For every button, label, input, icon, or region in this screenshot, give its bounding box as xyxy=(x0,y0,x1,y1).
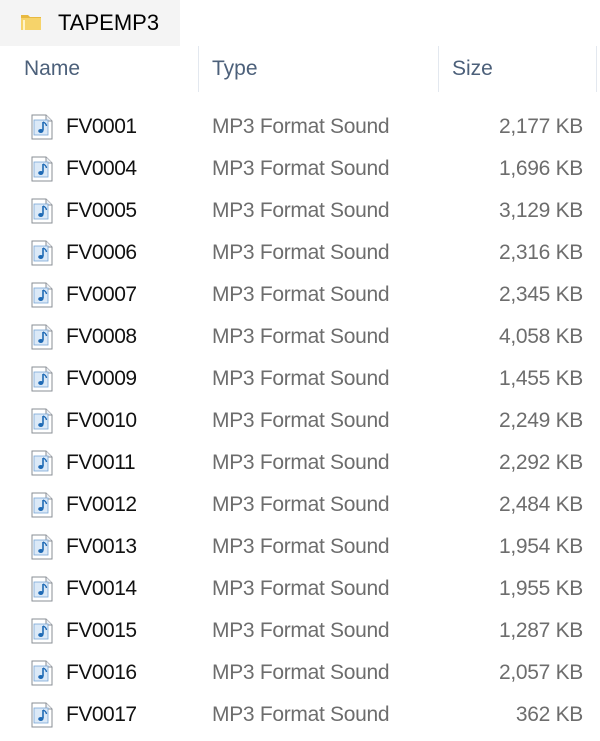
file-name[interactable]: FV0015 xyxy=(66,610,137,652)
file-type: MP3 Format Sound xyxy=(212,451,390,474)
mp3-file-icon xyxy=(31,660,53,686)
file-name[interactable]: FV0007 xyxy=(66,274,137,316)
file-type: MP3 Format Sound xyxy=(212,703,390,726)
mp3-file-icon xyxy=(31,324,53,350)
file-name[interactable]: FV0016 xyxy=(66,652,137,694)
column-header-name[interactable]: Name xyxy=(24,46,80,92)
mp3-file-icon xyxy=(31,702,53,728)
file-row[interactable]: FV0011 MP3 Format Sound 2,292 KB xyxy=(0,442,600,484)
mp3-file-icon xyxy=(31,450,53,476)
file-name[interactable]: FV0013 xyxy=(66,526,137,568)
file-size: 1,287 KB xyxy=(499,619,583,642)
mp3-file-icon xyxy=(31,534,53,560)
mp3-file-icon xyxy=(31,618,53,644)
column-divider[interactable] xyxy=(438,46,439,92)
file-type: MP3 Format Sound xyxy=(212,577,390,600)
file-row[interactable]: FV0014 MP3 Format Sound 1,955 KB xyxy=(0,568,600,610)
file-type: MP3 Format Sound xyxy=(212,325,390,348)
column-header-type[interactable]: Type xyxy=(212,46,258,92)
mp3-file-icon xyxy=(31,198,53,224)
file-size: 1,455 KB xyxy=(499,367,583,390)
file-size: 3,129 KB xyxy=(499,199,583,222)
file-row[interactable]: FV0016 MP3 Format Sound 2,057 KB xyxy=(0,652,600,694)
folder-title: TAPEMP3 xyxy=(58,10,160,35)
file-row[interactable]: FV0017 MP3 Format Sound 362 KB xyxy=(0,694,600,736)
file-name[interactable]: FV0014 xyxy=(66,568,137,610)
file-type: MP3 Format Sound xyxy=(212,199,390,222)
file-name[interactable]: FV0005 xyxy=(66,190,137,232)
file-size: 1,954 KB xyxy=(499,535,583,558)
file-row[interactable]: FV0005 MP3 Format Sound 3,129 KB xyxy=(0,190,600,232)
folder-icon xyxy=(21,15,41,30)
file-type: MP3 Format Sound xyxy=(212,115,390,138)
file-size: 2,316 KB xyxy=(499,241,583,264)
file-row[interactable]: FV0010 MP3 Format Sound 2,249 KB xyxy=(0,400,600,442)
file-size: 1,955 KB xyxy=(499,577,583,600)
file-row[interactable]: FV0015 MP3 Format Sound 1,287 KB xyxy=(0,610,600,652)
file-row[interactable]: FV0006 MP3 Format Sound 2,316 KB xyxy=(0,232,600,274)
file-name[interactable]: FV0011 xyxy=(66,442,136,484)
file-size: 2,484 KB xyxy=(499,493,583,516)
file-type: MP3 Format Sound xyxy=(212,157,390,180)
mp3-file-icon xyxy=(31,576,53,602)
column-header-size[interactable]: Size xyxy=(452,46,493,92)
file-row[interactable]: FV0007 MP3 Format Sound 2,345 KB xyxy=(0,274,600,316)
file-size: 2,345 KB xyxy=(499,283,583,306)
mp3-file-icon xyxy=(31,156,53,182)
file-name[interactable]: FV0012 xyxy=(66,484,137,526)
file-type: MP3 Format Sound xyxy=(212,493,390,516)
file-type: MP3 Format Sound xyxy=(212,661,390,684)
file-type: MP3 Format Sound xyxy=(212,241,390,264)
file-type: MP3 Format Sound xyxy=(212,409,390,432)
file-name[interactable]: FV0006 xyxy=(66,232,137,274)
column-divider[interactable] xyxy=(198,46,199,92)
file-name[interactable]: FV0008 xyxy=(66,316,137,358)
mp3-file-icon xyxy=(31,492,53,518)
mp3-file-icon xyxy=(31,366,53,392)
file-name[interactable]: FV0001 xyxy=(66,106,137,148)
file-type: MP3 Format Sound xyxy=(212,535,390,558)
mp3-file-icon xyxy=(31,240,53,266)
file-row[interactable]: FV0008 MP3 Format Sound 4,058 KB xyxy=(0,316,600,358)
column-header-row: Name Type Size xyxy=(0,46,600,92)
file-row[interactable]: FV0013 MP3 Format Sound 1,954 KB xyxy=(0,526,600,568)
column-divider[interactable] xyxy=(596,46,597,92)
file-row[interactable]: FV0012 MP3 Format Sound 2,484 KB xyxy=(0,484,600,526)
file-type: MP3 Format Sound xyxy=(212,367,390,390)
file-size: 2,057 KB xyxy=(499,661,583,684)
mp3-file-icon xyxy=(31,282,53,308)
file-list: FV0001 MP3 Format Sound 2,177 KB FV0004 MP3 … xyxy=(0,106,600,736)
file-name[interactable]: FV0004 xyxy=(66,148,137,190)
mp3-file-icon xyxy=(31,114,53,140)
folder-title-bar: TAPEMP3 xyxy=(0,0,180,46)
file-size: 2,177 KB xyxy=(499,115,583,138)
file-row[interactable]: FV0001 MP3 Format Sound 2,177 KB xyxy=(0,106,600,148)
file-row[interactable]: FV0004 MP3 Format Sound 1,696 KB xyxy=(0,148,600,190)
file-type: MP3 Format Sound xyxy=(212,283,390,306)
file-size: 1,696 KB xyxy=(499,157,583,180)
file-row[interactable]: FV0009 MP3 Format Sound 1,455 KB xyxy=(0,358,600,400)
file-name[interactable]: FV0010 xyxy=(66,400,137,442)
file-type: MP3 Format Sound xyxy=(212,619,390,642)
file-size: 2,292 KB xyxy=(499,451,583,474)
file-size: 362 KB xyxy=(515,703,583,726)
file-name[interactable]: FV0017 xyxy=(66,694,137,736)
file-size: 4,058 KB xyxy=(499,325,583,348)
file-name[interactable]: FV0009 xyxy=(66,358,137,400)
mp3-file-icon xyxy=(31,408,53,434)
file-size: 2,249 KB xyxy=(499,409,583,432)
